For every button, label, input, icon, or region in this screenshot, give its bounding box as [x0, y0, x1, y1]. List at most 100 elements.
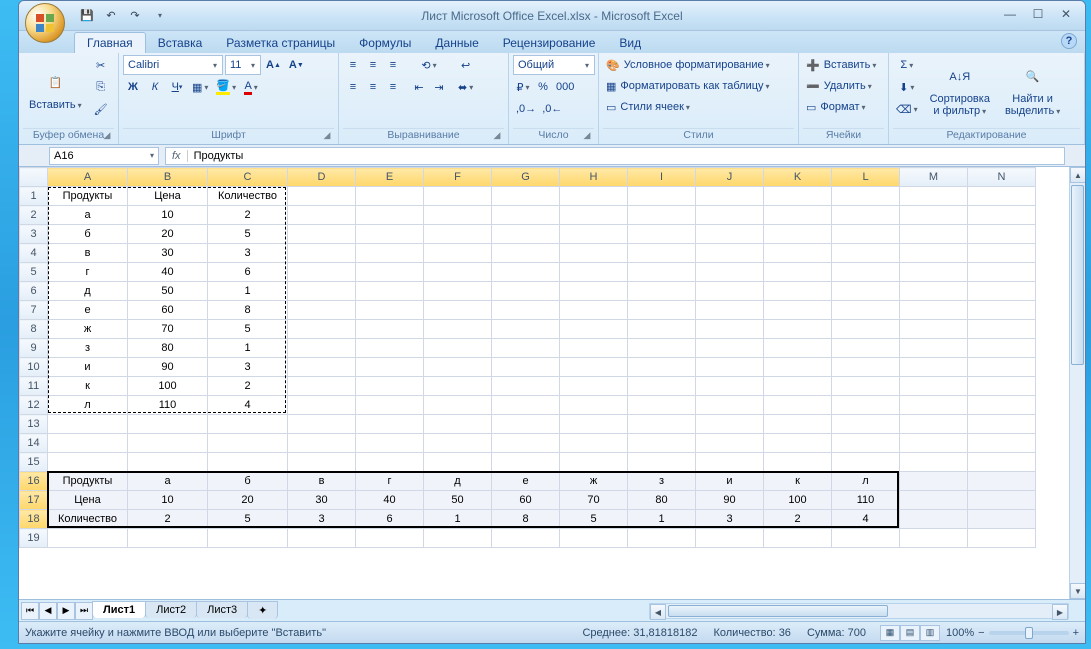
col-header-H[interactable]: H — [560, 168, 628, 187]
cell-A2[interactable]: а — [48, 206, 128, 225]
clear-icon[interactable]: ⌫ — [893, 99, 921, 119]
col-header-C[interactable]: C — [208, 168, 288, 187]
cell-N18[interactable] — [968, 510, 1036, 529]
cell-E7[interactable] — [356, 301, 424, 320]
save-icon[interactable]: 💾 — [77, 6, 97, 26]
cell-B19[interactable] — [128, 529, 208, 548]
tab-view[interactable]: Вид — [607, 33, 653, 53]
cell-G15[interactable] — [492, 453, 560, 472]
cell-C18[interactable]: 5 — [208, 510, 288, 529]
cell-L10[interactable] — [832, 358, 900, 377]
cell-C10[interactable]: 3 — [208, 358, 288, 377]
cell-A5[interactable]: г — [48, 263, 128, 282]
cell-L4[interactable] — [832, 244, 900, 263]
cell-G14[interactable] — [492, 434, 560, 453]
cell-J15[interactable] — [696, 453, 764, 472]
border-icon[interactable]: ▦ — [189, 77, 211, 97]
cell-M11[interactable] — [900, 377, 968, 396]
row-header-9[interactable]: 9 — [20, 339, 48, 358]
cell-E2[interactable] — [356, 206, 424, 225]
maximize-button[interactable]: ☐ — [1025, 5, 1051, 23]
col-header-B[interactable]: B — [128, 168, 208, 187]
cell-L16[interactable]: л — [832, 472, 900, 491]
cell-D2[interactable] — [288, 206, 356, 225]
cell-H13[interactable] — [560, 415, 628, 434]
tab-nav-last[interactable]: ⏭ — [75, 602, 93, 620]
tab-home[interactable]: Главная — [74, 32, 146, 53]
cell-N13[interactable] — [968, 415, 1036, 434]
cell-B10[interactable]: 90 — [128, 358, 208, 377]
cell-L3[interactable] — [832, 225, 900, 244]
row-header-13[interactable]: 13 — [20, 415, 48, 434]
row-header-4[interactable]: 4 — [20, 244, 48, 263]
cell-E8[interactable] — [356, 320, 424, 339]
col-header-A[interactable]: A — [48, 168, 128, 187]
orientation-icon[interactable]: ⟲ — [409, 55, 449, 75]
align-launcher[interactable]: ◢ — [491, 130, 503, 142]
format-cells-button[interactable]: ▭ Формат — [803, 97, 884, 117]
align-center-icon[interactable]: ≡ — [363, 77, 383, 97]
fill-icon[interactable]: ⬇ — [893, 77, 921, 97]
cell-E18[interactable]: 6 — [356, 510, 424, 529]
vertical-scrollbar[interactable]: ▲ ▼ — [1069, 167, 1085, 599]
cell-I14[interactable] — [628, 434, 696, 453]
cell-A17[interactable]: Цена — [48, 491, 128, 510]
cell-H16[interactable]: ж — [560, 472, 628, 491]
cell-A13[interactable] — [48, 415, 128, 434]
cell-I7[interactable] — [628, 301, 696, 320]
number-launcher[interactable]: ◢ — [581, 130, 593, 142]
view-page-break-icon[interactable]: ▥ — [920, 625, 940, 641]
cell-N2[interactable] — [968, 206, 1036, 225]
shrink-font-icon[interactable]: A▼ — [286, 55, 307, 75]
align-left-icon[interactable]: ≡ — [343, 77, 363, 97]
cell-N7[interactable] — [968, 301, 1036, 320]
insert-cells-button[interactable]: ➕ Вставить — [803, 55, 884, 75]
row-header-15[interactable]: 15 — [20, 453, 48, 472]
cell-F19[interactable] — [424, 529, 492, 548]
cell-H10[interactable] — [560, 358, 628, 377]
cell-F8[interactable] — [424, 320, 492, 339]
cell-C9[interactable]: 1 — [208, 339, 288, 358]
cell-G13[interactable] — [492, 415, 560, 434]
cell-A16[interactable]: Продукты — [48, 472, 128, 491]
row-header-11[interactable]: 11 — [20, 377, 48, 396]
cell-B18[interactable]: 2 — [128, 510, 208, 529]
cell-C12[interactable]: 4 — [208, 396, 288, 415]
paste-button[interactable]: 📋 Вставить — [23, 55, 88, 123]
cell-A14[interactable] — [48, 434, 128, 453]
number-format-combo[interactable]: Общий▾ — [513, 55, 595, 75]
cell-D18[interactable]: 3 — [288, 510, 356, 529]
cell-M18[interactable] — [900, 510, 968, 529]
cell-F17[interactable]: 50 — [424, 491, 492, 510]
cell-M6[interactable] — [900, 282, 968, 301]
cell-K7[interactable] — [764, 301, 832, 320]
cell-K13[interactable] — [764, 415, 832, 434]
autosum-icon[interactable]: Σ — [893, 55, 921, 75]
cell-M16[interactable] — [900, 472, 968, 491]
row-header-8[interactable]: 8 — [20, 320, 48, 339]
cell-C13[interactable] — [208, 415, 288, 434]
cell-A1[interactable]: Продукты — [48, 187, 128, 206]
cell-L9[interactable] — [832, 339, 900, 358]
col-header-J[interactable]: J — [696, 168, 764, 187]
cell-N16[interactable] — [968, 472, 1036, 491]
zoom-slider[interactable] — [989, 631, 1069, 635]
name-box[interactable]: A16▾ — [49, 147, 159, 165]
cell-F4[interactable] — [424, 244, 492, 263]
cell-L7[interactable] — [832, 301, 900, 320]
cell-I12[interactable] — [628, 396, 696, 415]
cell-D9[interactable] — [288, 339, 356, 358]
help-icon[interactable]: ? — [1061, 33, 1077, 49]
delete-cells-button[interactable]: ➖ Удалить — [803, 76, 884, 96]
cell-H19[interactable] — [560, 529, 628, 548]
cell-M4[interactable] — [900, 244, 968, 263]
redo-icon[interactable]: ↷ — [125, 6, 145, 26]
cut-icon[interactable]: ✂ — [91, 55, 111, 75]
cell-D7[interactable] — [288, 301, 356, 320]
cell-C2[interactable]: 2 — [208, 206, 288, 225]
col-header-N[interactable]: N — [968, 168, 1036, 187]
cell-F1[interactable] — [424, 187, 492, 206]
cell-J8[interactable] — [696, 320, 764, 339]
sort-filter-button[interactable]: А↓Я Сортировка и фильтр — [924, 55, 996, 123]
cell-D14[interactable] — [288, 434, 356, 453]
